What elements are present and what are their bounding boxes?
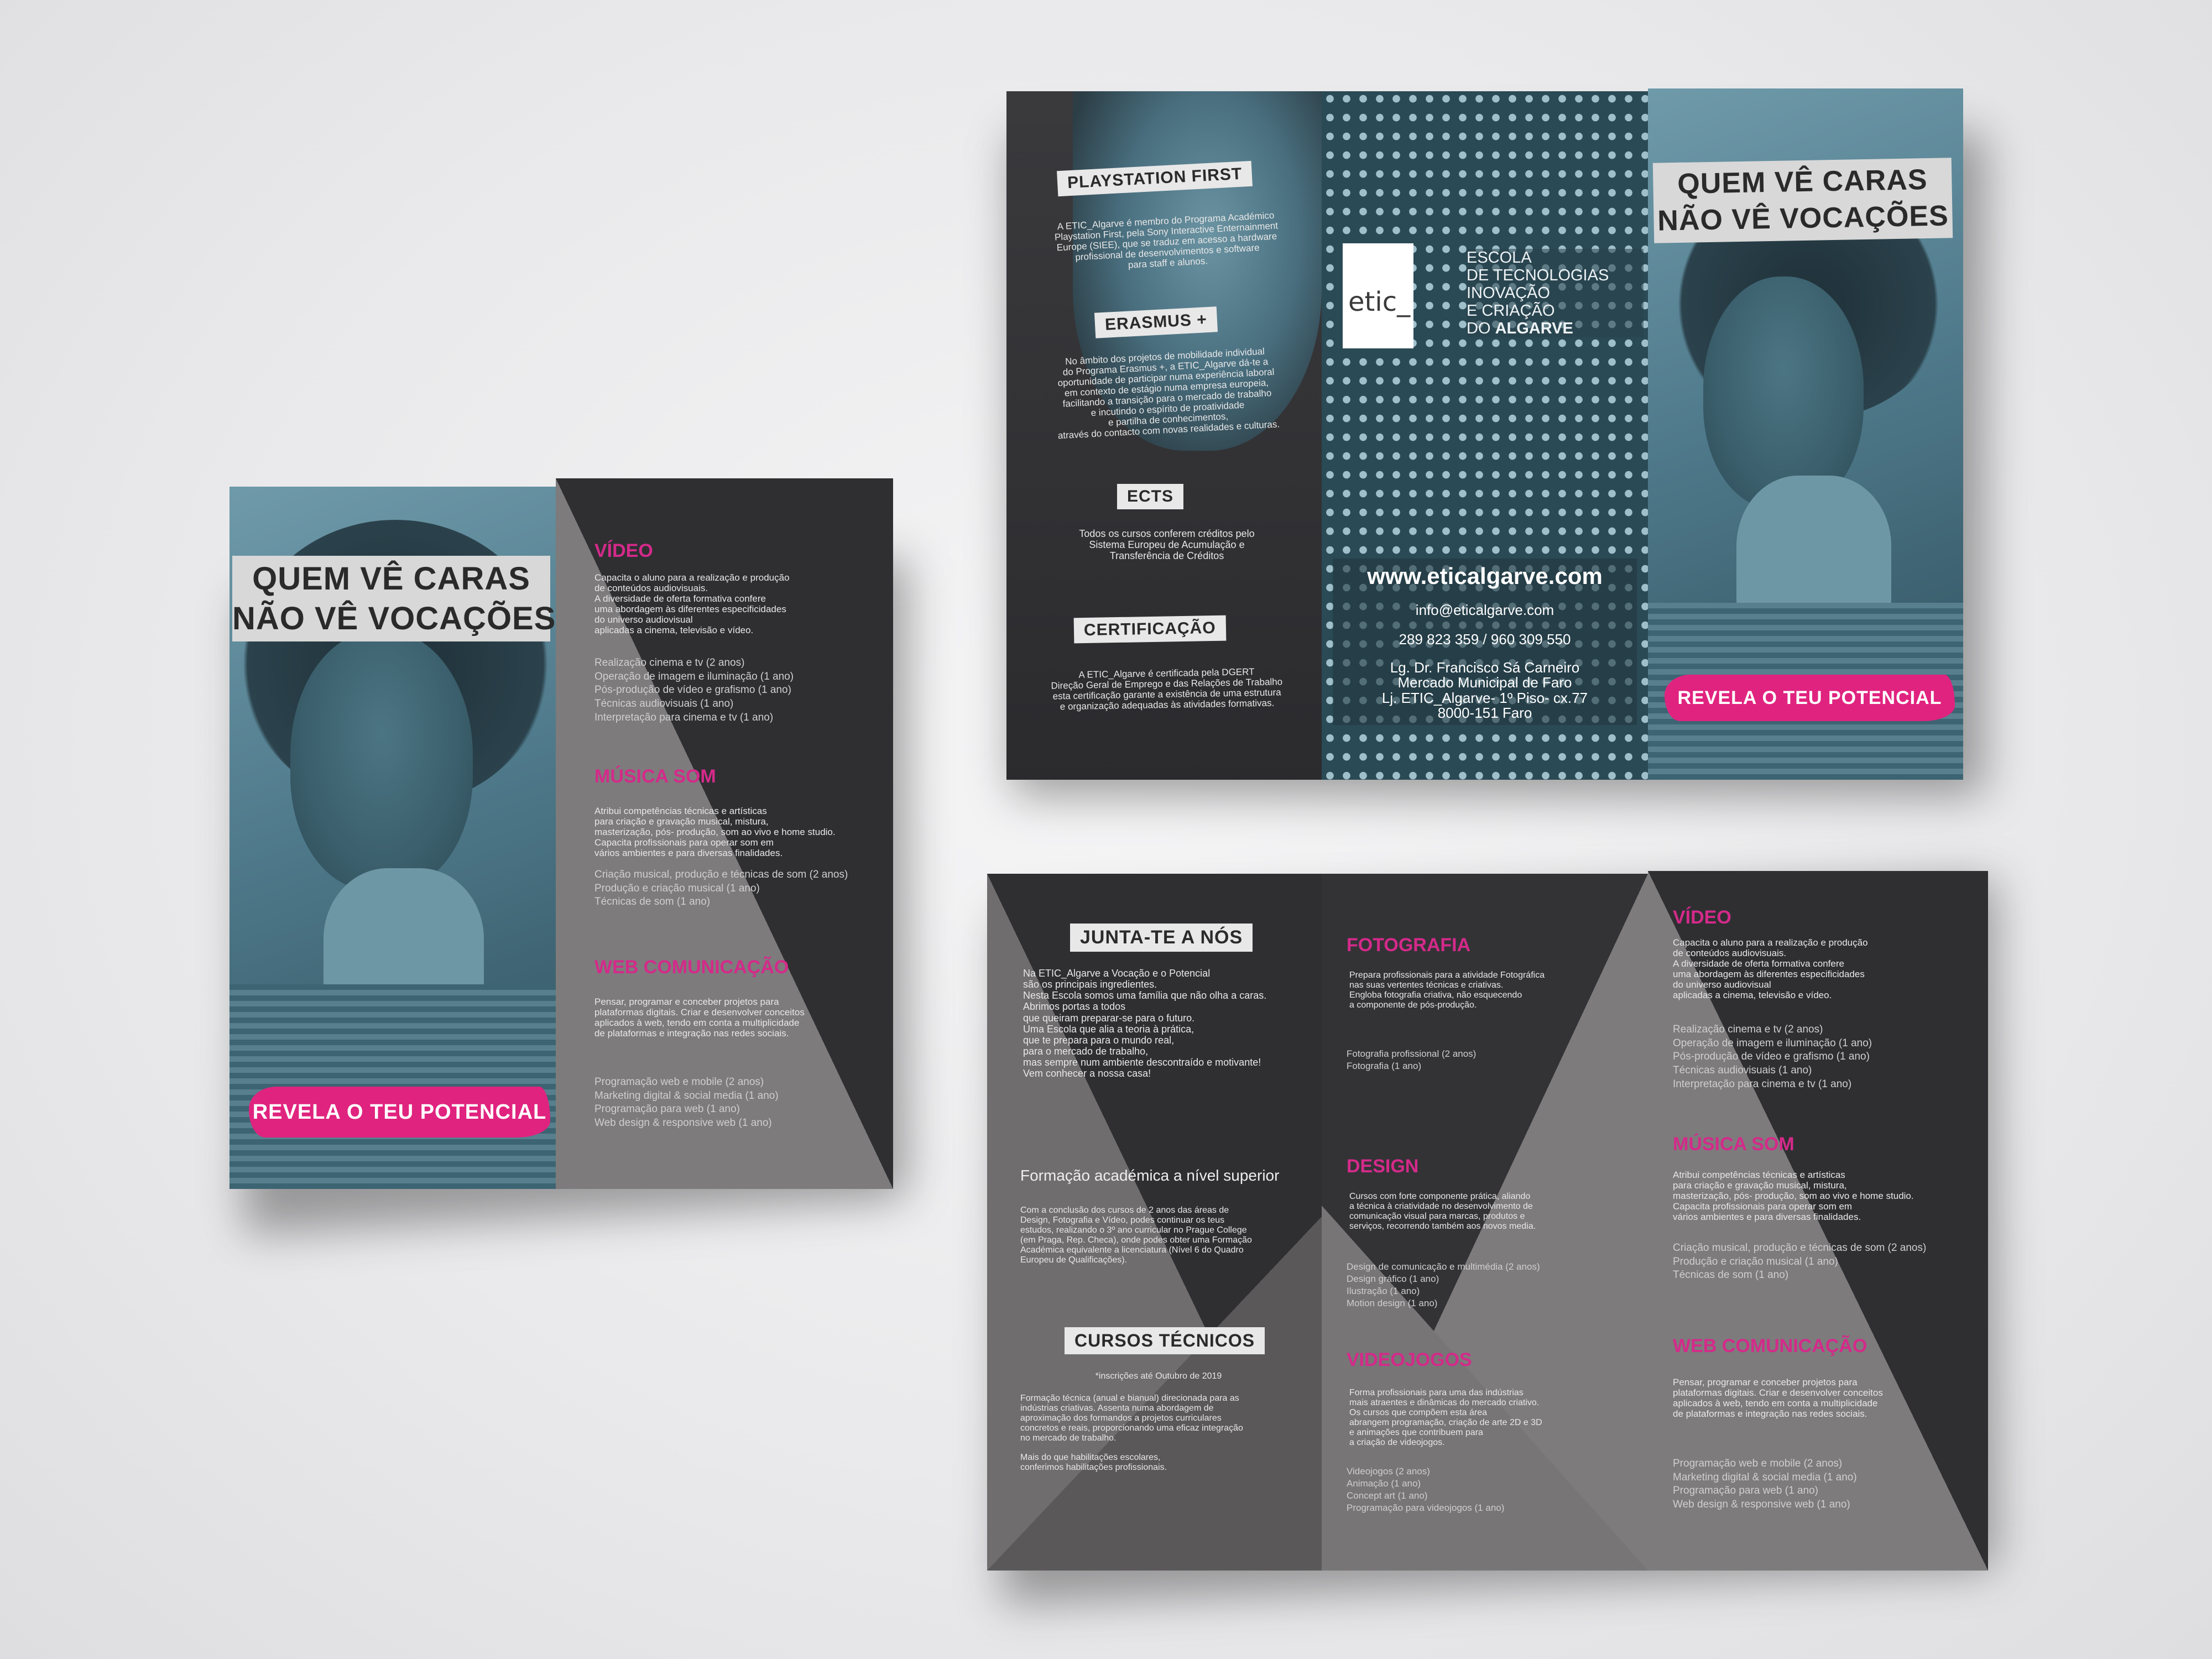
cursos-note: *inscrições até Outubro de 2019 [1095, 1371, 1222, 1381]
bottom-brochure: JUNTA-TE A NÓS Na ETIC_Algarve a Vocação… [0, 0, 2212, 1659]
bottom-video-desc: Capacita o aluno para a realização e pro… [1673, 937, 1868, 1001]
bottom-web-title: WEB COMUNICAÇÃO [1673, 1335, 1867, 1357]
fotografia-courses: Fotografia profissional (2 anos) Fotogra… [1347, 1048, 1477, 1072]
bottom-panel-a: JUNTA-TE A NÓS Na ETIC_Algarve a Vocação… [987, 874, 1322, 1571]
junta-title: JUNTA-TE A NÓS [1070, 924, 1253, 952]
junta-text: Na ETIC_Algarve a Vocação e o Potencial … [1023, 968, 1267, 1079]
design-courses: Design de comunicação e multimédia (2 an… [1347, 1261, 1540, 1309]
design-title: DESIGN [1347, 1156, 1419, 1177]
bottom-web-desc: Pensar, programar e conceber projetos pa… [1673, 1377, 1883, 1420]
bottom-video-title: VÍDEO [1673, 907, 1731, 928]
videojogos-title: VIDEOJOGOS [1347, 1349, 1472, 1370]
bottom-musica-title: MÚSICA SOM [1673, 1134, 1794, 1155]
design-desc: Cursos com forte componente prática, ali… [1349, 1192, 1536, 1231]
bottom-web-courses: Programação web e mobile (2 anos) Market… [1673, 1458, 1857, 1511]
bottom-musica-courses: Criação musical, produção e técnicas de … [1673, 1242, 1927, 1281]
videojogos-desc: Forma profissionais para uma das indústr… [1349, 1388, 1542, 1447]
bottom-video-courses: Realização cinema e tv (2 anos) Operação… [1673, 1024, 1872, 1090]
bottom-panel-b: FOTOGRAFIA Prepara profissionais para a … [1322, 874, 1648, 1571]
formacao-title: Formação académica a nível superior [1020, 1167, 1280, 1184]
videojogos-courses: Videojogos (2 anos) Animação (1 ano) Con… [1347, 1466, 1505, 1514]
fotografia-desc: Prepara profissionais para a atividade F… [1349, 971, 1545, 1010]
cursos-text: Formação técnica (anual e bianual) direc… [1020, 1394, 1243, 1473]
cursos-title: CURSOS TÉCNICOS [1065, 1327, 1265, 1354]
fotografia-title: FOTOGRAFIA [1347, 935, 1471, 956]
bottom-musica-desc: Atribui competências técnicas e artístic… [1673, 1170, 1914, 1223]
bottom-panel-c: VÍDEO Capacita o aluno para a realização… [1648, 871, 1988, 1571]
formacao-text: Com a conclusão dos cursos de 2 anos das… [1020, 1206, 1252, 1265]
